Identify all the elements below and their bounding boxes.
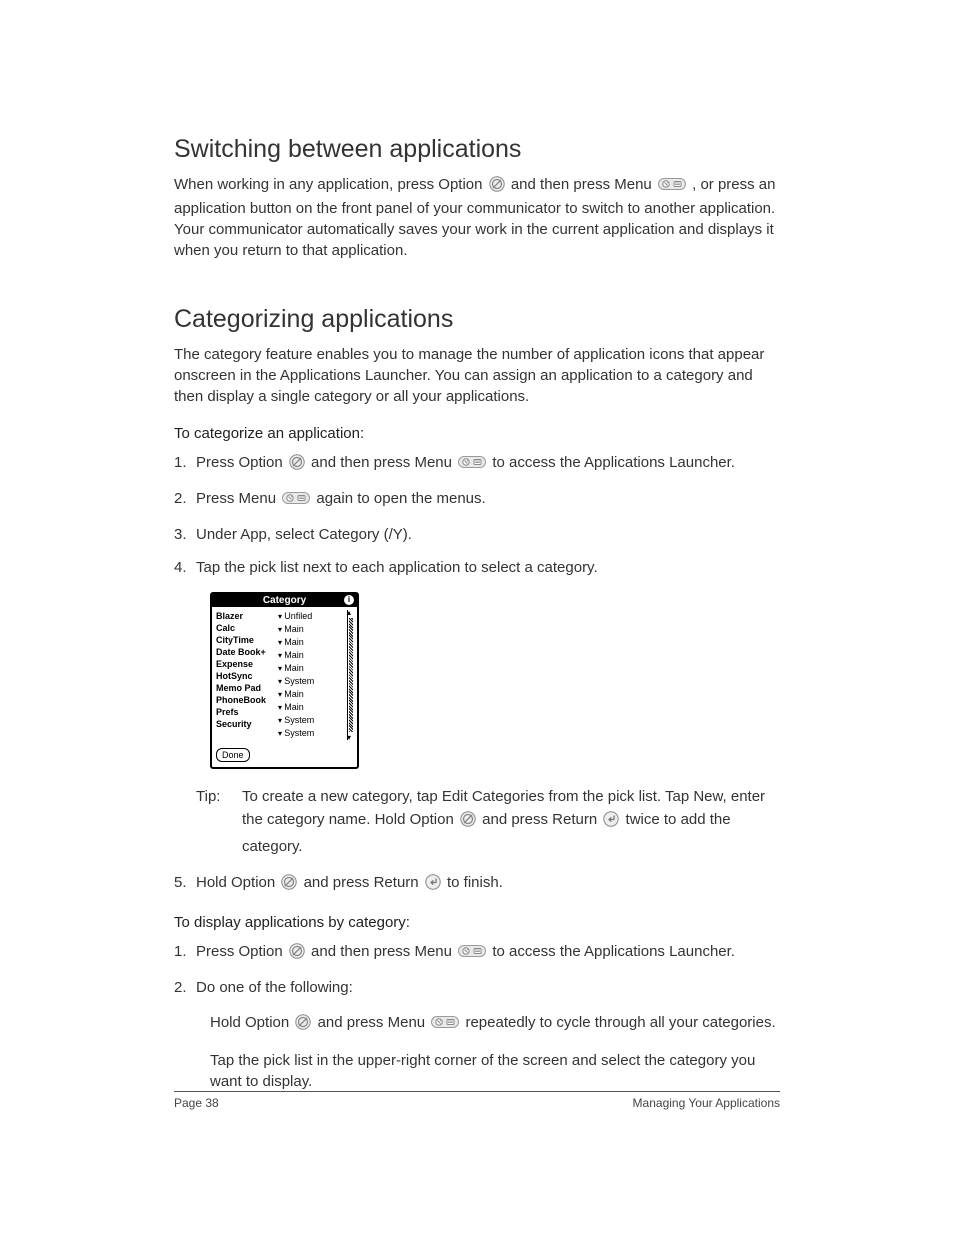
app-name: HotSync bbox=[216, 670, 278, 682]
tip-body: To create a new category, tap Edit Categ… bbox=[242, 785, 780, 858]
tip: Tip: To create a new category, tap Edit … bbox=[196, 785, 780, 858]
app-name: Security bbox=[216, 718, 278, 730]
return-icon bbox=[603, 811, 619, 834]
category-screenshot: Category i Blazer Calc CityTime Date Boo… bbox=[210, 592, 780, 769]
category-picklist-column: Unfiled Main Main Main Main System Main … bbox=[278, 610, 345, 740]
info-icon: i bbox=[344, 595, 354, 605]
menu-icon bbox=[282, 490, 310, 512]
step-2: Press Menu again to open the menus. bbox=[174, 488, 780, 512]
category-picklist[interactable]: Main bbox=[278, 636, 345, 649]
footer-section-title: Managing Your Applications bbox=[633, 1096, 780, 1110]
app-name: Expense bbox=[216, 658, 278, 670]
option-icon bbox=[281, 874, 297, 896]
text-fragment: Hold Option bbox=[210, 1014, 293, 1031]
text-fragment: and then press Menu bbox=[311, 454, 456, 471]
step-3: Under App, select Category (/Y). bbox=[174, 524, 780, 545]
text-fragment: and then press Menu bbox=[311, 943, 456, 960]
scrollbar[interactable] bbox=[347, 610, 355, 740]
step-1: Press Option and then press Menu to acce… bbox=[174, 452, 780, 476]
text-fragment: to finish. bbox=[447, 874, 503, 891]
subheading-display: To display applications by category: bbox=[174, 914, 780, 931]
app-name: Blazer bbox=[216, 610, 278, 622]
category-picklist[interactable]: Unfiled bbox=[278, 610, 345, 623]
step-1: Press Option and then press Menu to acce… bbox=[174, 941, 780, 965]
category-picklist[interactable]: System bbox=[278, 714, 345, 727]
category-window: Category i Blazer Calc CityTime Date Boo… bbox=[210, 592, 359, 769]
app-name: Prefs bbox=[216, 706, 278, 718]
app-name: Date Book+ bbox=[216, 646, 278, 658]
heading-categorizing: Categorizing applications bbox=[174, 305, 780, 334]
app-name: Memo Pad bbox=[216, 682, 278, 694]
return-icon bbox=[425, 874, 441, 896]
category-picklist[interactable]: System bbox=[278, 675, 345, 688]
steps-categorize: Press Option and then press Menu to acce… bbox=[174, 452, 780, 578]
category-picklist[interactable]: Main bbox=[278, 701, 345, 714]
sub-option-2: Tap the pick list in the upper-right cor… bbox=[210, 1050, 780, 1092]
category-app-list: Blazer Calc CityTime Date Book+ Expense … bbox=[216, 610, 278, 740]
category-picklist[interactable]: Main bbox=[278, 688, 345, 701]
category-picklist[interactable]: Main bbox=[278, 623, 345, 636]
menu-icon bbox=[458, 454, 486, 476]
body-categorizing: The category feature enables you to mana… bbox=[174, 344, 780, 407]
body-switching: When working in any application, press O… bbox=[174, 174, 780, 261]
page-footer: Page 38 Managing Your Applications bbox=[174, 1091, 780, 1110]
text-fragment: to access the Applications Launcher. bbox=[492, 943, 735, 960]
text-fragment: Press Option bbox=[196, 943, 287, 960]
category-title: Category bbox=[263, 595, 306, 606]
text-fragment: repeatedly to cycle through all your cat… bbox=[465, 1014, 775, 1031]
menu-icon bbox=[431, 1014, 459, 1036]
option-icon bbox=[295, 1014, 311, 1036]
text-fragment: and then press Menu bbox=[511, 176, 656, 193]
app-name: CityTime bbox=[216, 634, 278, 646]
page: Switching between applications When work… bbox=[0, 0, 954, 1235]
category-titlebar: Category i bbox=[212, 594, 357, 607]
step-2: Do one of the following: bbox=[174, 977, 780, 998]
steps-categorize-cont: Hold Option and press Return to finish. bbox=[174, 872, 780, 896]
menu-icon bbox=[458, 943, 486, 965]
text-fragment: and press Return bbox=[304, 874, 423, 891]
text-fragment: and press Menu bbox=[318, 1014, 430, 1031]
text-fragment: to access the Applications Launcher. bbox=[492, 454, 735, 471]
step-5: Hold Option and press Return to finish. bbox=[174, 872, 780, 896]
text-fragment: Hold Option bbox=[196, 874, 279, 891]
category-picklist[interactable]: System bbox=[278, 727, 345, 740]
text-fragment: and press Return bbox=[482, 811, 601, 828]
option-icon bbox=[489, 176, 505, 198]
steps-display: Press Option and then press Menu to acce… bbox=[174, 941, 780, 998]
text-fragment: again to open the menus. bbox=[316, 490, 485, 507]
category-picklist[interactable]: Main bbox=[278, 662, 345, 675]
option-icon bbox=[289, 454, 305, 476]
tip-label: Tip: bbox=[196, 785, 242, 858]
sub-option-1: Hold Option and press Menu repeatedly to… bbox=[210, 1012, 780, 1036]
option-icon bbox=[460, 811, 476, 834]
app-name: PhoneBook bbox=[216, 694, 278, 706]
option-icon bbox=[289, 943, 305, 965]
done-button[interactable]: Done bbox=[216, 748, 250, 762]
footer-page-number: Page 38 bbox=[174, 1096, 219, 1110]
text-fragment: Press Menu bbox=[196, 490, 280, 507]
text-fragment: When working in any application, press O… bbox=[174, 176, 487, 193]
step-4: Tap the pick list next to each applicati… bbox=[174, 557, 780, 578]
text-fragment: Press Option bbox=[196, 454, 287, 471]
category-picklist[interactable]: Main bbox=[278, 649, 345, 662]
subheading-categorize: To categorize an application: bbox=[174, 425, 780, 442]
app-name: Calc bbox=[216, 622, 278, 634]
menu-icon bbox=[658, 176, 686, 198]
heading-switching: Switching between applications bbox=[174, 135, 780, 164]
